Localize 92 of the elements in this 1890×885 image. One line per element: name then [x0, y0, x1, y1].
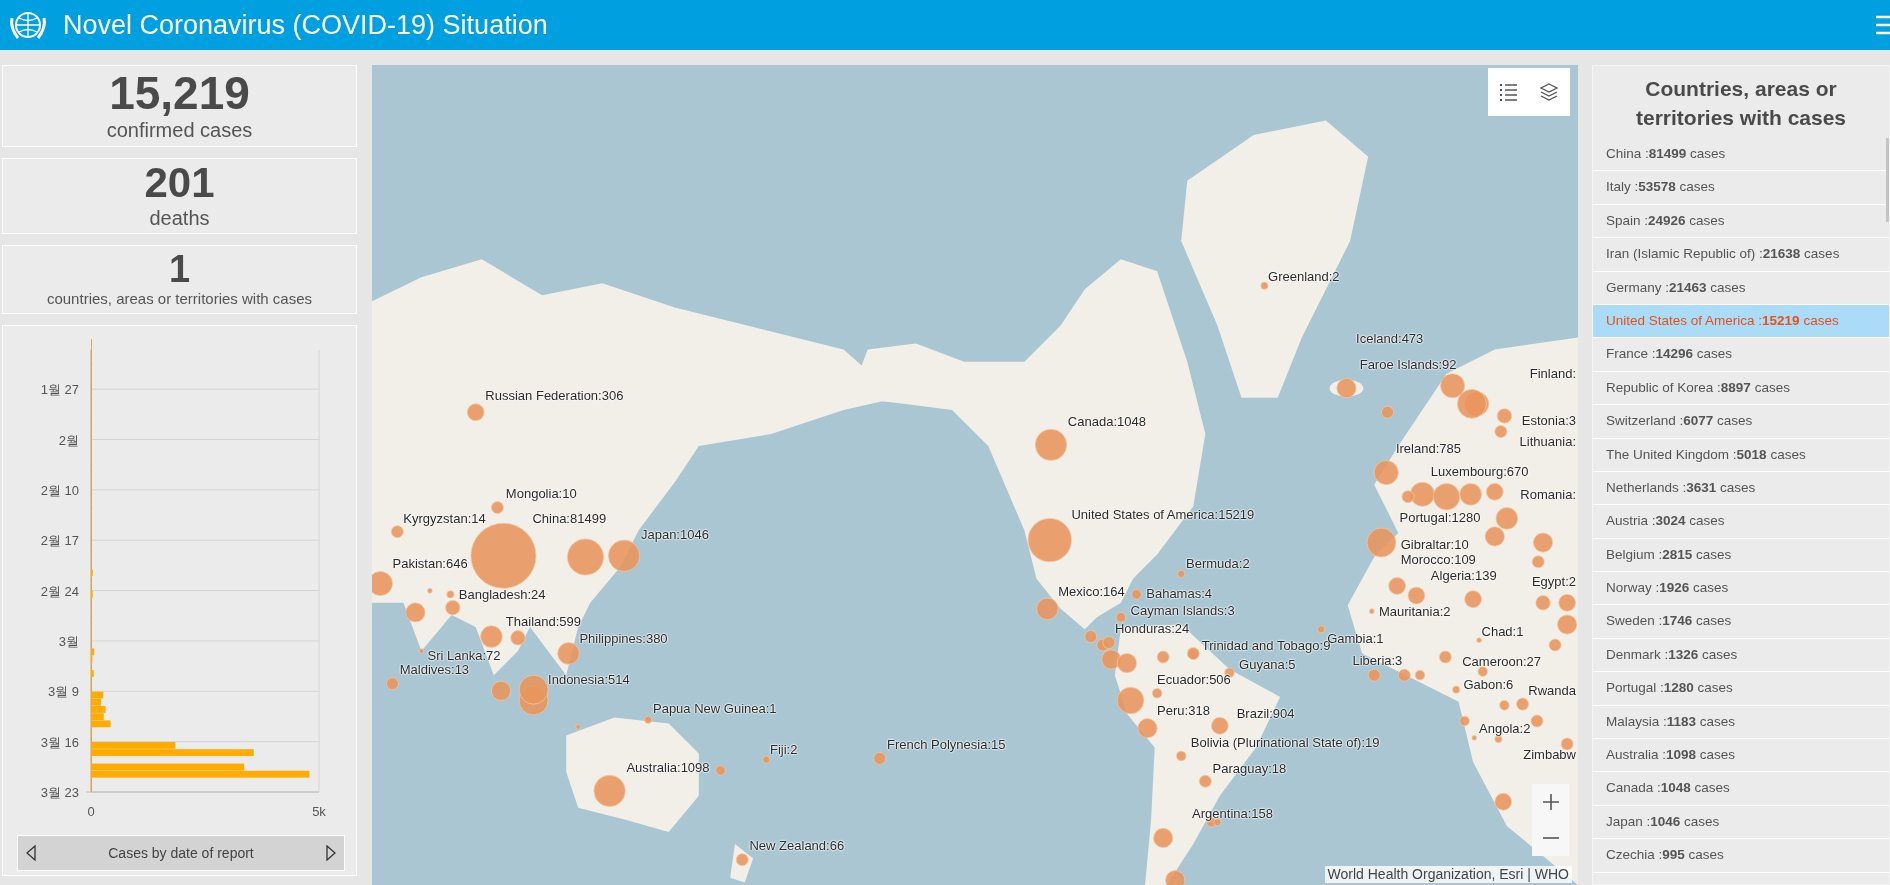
map-label: Papua New Guinea:1 — [653, 700, 777, 716]
country-list-item[interactable]: Czechia :995 cases — [1593, 839, 1889, 873]
stat-label: countries, areas or territories with cases — [46, 290, 313, 309]
axis-label: 2월 17 — [40, 533, 79, 549]
map-label: Egypt:2 — [1531, 573, 1576, 589]
axis-label: 0 — [87, 804, 95, 819]
map-label: China:81499 — [532, 510, 607, 526]
map-label: Algeria:139 — [1430, 567, 1497, 583]
map-label: Australia:1098 — [626, 759, 710, 775]
country-list-item[interactable]: Germany :21463 cases — [1593, 271, 1889, 305]
map-label: Mongolia:10 — [505, 485, 577, 501]
country-list-item[interactable]: Norway :1926 cases — [1593, 572, 1889, 606]
country-list-item[interactable]: Japan :1046 cases — [1593, 805, 1889, 840]
map-label: Ecuador:506 — [1157, 671, 1231, 687]
map-label: Cameroon:27 — [1462, 653, 1541, 669]
app-title: Novel Coronavirus (COVID-19) Situation — [63, 11, 548, 39]
country-list-item[interactable]: Austria :3024 cases — [1593, 505, 1889, 539]
country-list-item[interactable]: France :14296 cases — [1593, 338, 1889, 372]
country-list-item[interactable]: Denmark :1326 cases — [1593, 638, 1889, 673]
map-label: Zimbabw — [1523, 746, 1576, 762]
map-label: Mexico:164 — [1058, 583, 1125, 599]
country-list-item[interactable]: Switzerland :6077 cases — [1593, 405, 1889, 439]
map-label: Paraguay:18 — [1212, 760, 1287, 776]
map-label: French Polynesia:15 — [886, 736, 1006, 752]
map-label: Gibraltar:10 — [1400, 536, 1469, 552]
map-label: Bolivia (Plurinational State of):19 — [1190, 734, 1380, 749]
map-label: Iceland:473 — [1356, 330, 1424, 345]
map-label: Rwanda — [1528, 682, 1576, 698]
country-list-item[interactable]: Australia :1098 cases — [1593, 739, 1889, 773]
map-label: Mauritania:2 — [1379, 603, 1451, 619]
map-label: Russian Federation:306 — [485, 387, 624, 403]
list-title: Countries, areas or territories with cases — [1634, 76, 1848, 131]
map-label: Sri Lanka:72 — [427, 647, 501, 663]
map-label: Argentina:158 — [1192, 805, 1274, 821]
country-list-item[interactable]: The United Kingdom :5018 cases — [1593, 438, 1889, 472]
axis-label: 2월 24 — [40, 583, 79, 599]
map-label: Angola:2 — [1479, 720, 1531, 736]
map-label: United States of America:15219 — [1071, 506, 1255, 522]
map-label: Philippines:380 — [579, 630, 668, 646]
axis-label: 3월 — [58, 633, 79, 649]
stat-label: deaths — [149, 205, 210, 231]
map-label: Maldives:13 — [399, 661, 470, 677]
map-label: Peru:318 — [1157, 702, 1210, 718]
map-label: New Zealand:66 — [749, 837, 845, 853]
map-label: Greenland:2 — [1268, 268, 1340, 284]
country-list-item[interactable]: Portugal :1280 cases — [1593, 672, 1889, 706]
stat-value: 15,219 — [109, 69, 250, 116]
map-label: Faroe Islands:92 — [1359, 356, 1457, 372]
axis-label: 2월 10 — [40, 482, 79, 498]
map-label: Guyana:5 — [1239, 656, 1296, 672]
map-label: Fiji:2 — [769, 741, 798, 757]
map-label: Indonesia:514 — [548, 671, 630, 687]
map-label: Cayman Islands:3 — [1130, 602, 1235, 618]
map-label: Brazil:904 — [1236, 705, 1295, 721]
map-label: Portugal:1280 — [1399, 509, 1481, 525]
country-list-item[interactable]: Canada :1048 cases — [1593, 772, 1889, 806]
stat-value: 201 — [144, 161, 215, 204]
map-label: Morocco:109 — [1400, 551, 1476, 567]
country-list-item[interactable]: Republic of Korea :8897 cases — [1593, 371, 1889, 406]
axis-label: 3월 23 — [40, 785, 79, 800]
map-label: Luxembourg:670 — [1430, 463, 1529, 479]
map-label: Liberia:3 — [1352, 652, 1403, 667]
axis-label: 3월 9 — [47, 684, 79, 700]
country-list-item[interactable]: Netherlands :3631 cases — [1593, 471, 1889, 506]
chart-caption: Cases by date of report — [108, 843, 254, 863]
map-label: Lithuania: — [1519, 433, 1576, 449]
map-label: Thailand:599 — [505, 613, 582, 629]
map-label: Chad:1 — [1481, 623, 1524, 639]
country-list-item[interactable]: Malaysia :1183 cases — [1593, 705, 1889, 740]
map-label: Kyrgyzstan:14 — [403, 510, 486, 526]
map-attribution: World Health Organization, Esri | WHO — [1324, 866, 1572, 883]
map-label: Canada:1048 — [1067, 413, 1146, 429]
axis-label: 3월 16 — [40, 734, 79, 750]
axis-label: 2월 — [58, 432, 79, 448]
axis-label: 5k — [312, 804, 326, 819]
map-label: Gabon:6 — [1463, 676, 1514, 692]
country-list-item[interactable]: Iran (Islamic Republic of) :21638 cases — [1593, 238, 1889, 272]
map-label: Romania: — [1520, 486, 1576, 502]
axis-label: 1월 27 — [40, 382, 79, 398]
map-label: Bahamas:4 — [1146, 585, 1212, 601]
country-list-item[interactable]: Sweden :1746 cases — [1593, 605, 1889, 639]
map-label: Bangladesh:24 — [458, 586, 546, 602]
map-label: Ireland:785 — [1395, 440, 1461, 456]
stat-value: 1 — [168, 250, 191, 289]
stat-label: confirmed cases — [106, 117, 253, 143]
map-label: Japan:1046 — [640, 526, 709, 542]
map-label: Estonia:3 — [1521, 412, 1576, 427]
map-label: Honduras:24 — [1114, 620, 1190, 636]
map-label: Pakistan:646 — [392, 555, 468, 571]
country-list-item[interactable]: Belgium :2815 cases — [1593, 538, 1889, 573]
map-label: Bermuda:2 — [1186, 555, 1250, 571]
map-label: Finland: — [1529, 365, 1576, 380]
